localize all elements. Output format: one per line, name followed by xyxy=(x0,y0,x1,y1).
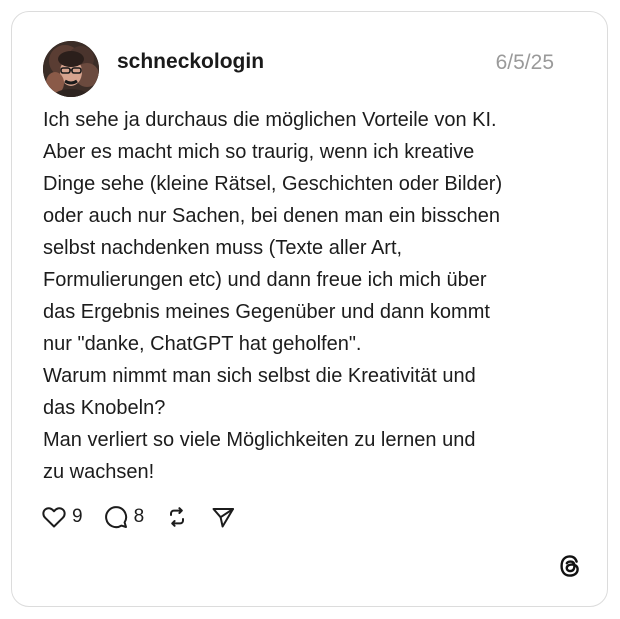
post-text-line: das Ergebnis meines Gegenüber und dann k… xyxy=(43,301,490,323)
post-actions: 9 8 xyxy=(41,504,256,530)
like-count: 9 xyxy=(72,506,83,527)
post-text-line: Aber es macht mich so traurig, wenn ich … xyxy=(43,141,475,163)
heart-icon xyxy=(42,507,66,528)
repost-icon xyxy=(170,507,185,527)
threads-logo-icon xyxy=(557,553,583,579)
post-text-line: Dinge sehe (kleine Rätsel, Geschichten o… xyxy=(43,173,503,195)
post-text-line: Man verliert so viele Möglichkeiten zu l… xyxy=(43,429,476,451)
avatar-image xyxy=(43,41,99,97)
post-date: 6/5/25 xyxy=(495,51,554,74)
post-text-line: das Knobeln? xyxy=(43,397,166,419)
send-icon xyxy=(212,508,235,528)
post-text-line: Ich sehe ja durchaus die möglichen Vorte… xyxy=(43,109,497,131)
post-text-line: selbst nachdenken muss (Texte aller Art, xyxy=(43,237,403,259)
reply-button[interactable]: 8 xyxy=(103,505,145,529)
post-text-line: zu wachsen! xyxy=(43,461,155,483)
post-text: Ich sehe ja durchaus die möglichen Vorte… xyxy=(43,104,588,488)
avatar[interactable] xyxy=(43,41,99,97)
post-text-line: nur "danke, ChatGPT hat geholfen". xyxy=(43,333,362,355)
speech-bubble-icon xyxy=(104,506,127,529)
like-button[interactable]: 9 xyxy=(41,505,83,529)
share-button[interactable] xyxy=(210,505,236,529)
post-text-line: oder auch nur Sachen, bei denen man ein … xyxy=(43,205,500,227)
reply-count: 8 xyxy=(133,506,145,527)
post-card: schneckologin 6/5/25 Ich sehe ja durchau… xyxy=(11,11,608,607)
post-text-line: Formulierungen etc) und dann freue ich m… xyxy=(43,269,487,291)
author-name[interactable]: schneckologin xyxy=(117,50,264,74)
repost-button[interactable] xyxy=(164,505,190,529)
post-text-line: Warum nimmt man sich selbst die Kreativi… xyxy=(43,365,476,387)
